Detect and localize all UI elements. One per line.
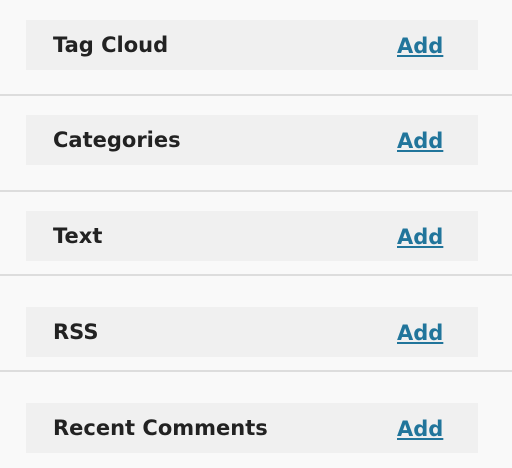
widget-section-rss: RSS Add (0, 276, 512, 372)
widget-section-text: Text Add (0, 180, 512, 276)
widget-row-recent-comments: Recent Comments Add (26, 403, 478, 453)
widget-row-text: Text Add (26, 211, 478, 261)
add-recent-comments-link[interactable]: Add (397, 403, 443, 455)
add-categories-link[interactable]: Add (397, 115, 443, 167)
widget-row-rss: RSS Add (26, 307, 478, 357)
widget-title: Recent Comments (53, 416, 268, 440)
widget-row-tag-cloud: Tag Cloud Add (26, 20, 478, 70)
add-rss-link[interactable]: Add (397, 307, 443, 359)
available-widgets-list: Tag Cloud Add Categories Add Text Add RS… (0, 0, 512, 464)
widget-section-tag-cloud: Tag Cloud Add (0, 0, 512, 96)
widget-title: Categories (53, 128, 181, 152)
widget-title: Tag Cloud (53, 33, 169, 57)
add-tag-cloud-link[interactable]: Add (397, 20, 443, 72)
widget-section-categories: Categories Add (0, 96, 512, 192)
widget-title: RSS (53, 320, 99, 344)
widget-section-recent-comments: Recent Comments Add (0, 372, 512, 468)
widget-title: Text (53, 224, 103, 248)
widget-row-categories: Categories Add (26, 115, 478, 165)
add-text-link[interactable]: Add (397, 211, 443, 263)
